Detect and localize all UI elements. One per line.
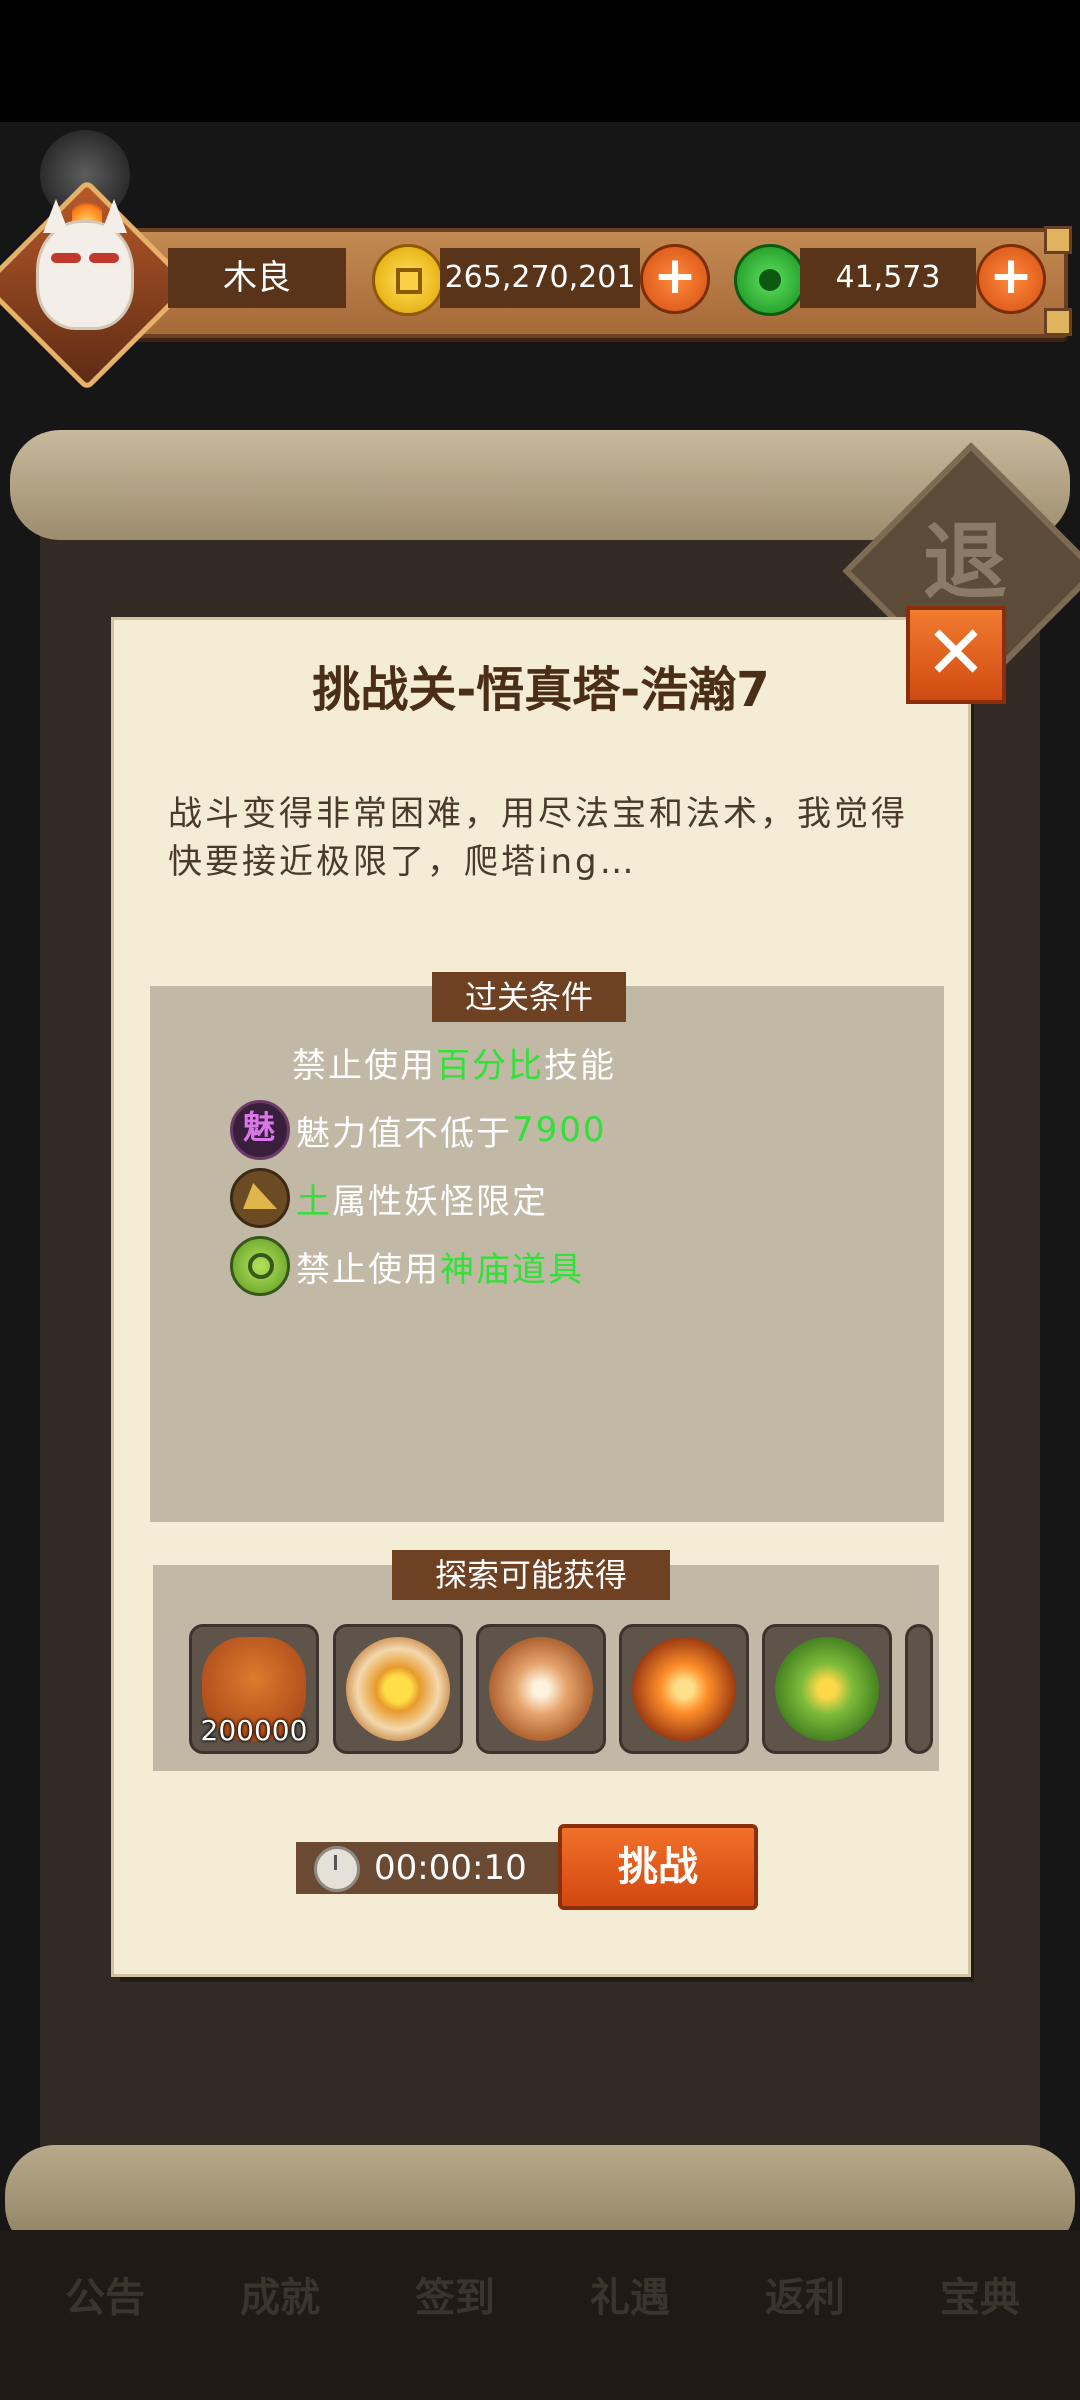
reward-partial-item[interactable] <box>905 1624 933 1754</box>
player-name: 木良 <box>168 248 346 308</box>
reward-swirl-orb[interactable] <box>476 1624 606 1754</box>
condition-text: 技能 <box>544 1045 616 1086</box>
compass-star-icon <box>346 1637 450 1741</box>
condition-text: 属性妖怪限定 <box>332 1181 548 1222</box>
tab-checkin[interactable]: 签到 <box>390 2268 520 2328</box>
reward-count: 200000 <box>200 1714 308 1747</box>
status-bar-area <box>0 0 1080 122</box>
conditions-title: 过关条件 <box>432 972 626 1022</box>
dialog-description: 战斗变得非常困难，用尽法宝和法术，我觉得快要接近极限了，爬塔ing… <box>168 794 908 882</box>
dialog-title: 挑战关-悟真塔-浩瀚7 <box>312 662 770 718</box>
jade-icon <box>734 244 806 316</box>
timer-value: 00:00:10 <box>374 1848 527 1888</box>
stopwatch-icon <box>314 1846 360 1892</box>
jade-balance: 41,573 <box>800 248 976 308</box>
challenge-button[interactable]: 挑战 <box>558 1824 758 1910</box>
condition-highlight: 神庙道具 <box>440 1249 584 1290</box>
condition-highlight: 土 <box>296 1181 332 1222</box>
reward-green-orb[interactable] <box>762 1624 892 1754</box>
temple-item-icon <box>230 1236 290 1296</box>
condition-item: 禁止使用 百分比 技能 <box>292 1034 616 1090</box>
corner-ornament <box>1044 226 1072 254</box>
reward-fire-orb[interactable] <box>619 1624 749 1754</box>
rewards-title: 探索可能获得 <box>392 1550 670 1600</box>
tab-achievement[interactable]: 成就 <box>215 2268 345 2328</box>
reward-coin-bag[interactable]: 200000 <box>189 1624 319 1754</box>
mask-marking <box>51 253 81 263</box>
condition-item: 魅 魅力值不低于 7900 <box>230 1100 607 1160</box>
condition-text: 禁止使用 <box>296 1249 440 1290</box>
condition-text: 禁止使用 <box>292 1045 436 1086</box>
mask-marking <box>89 253 119 263</box>
coin-icon <box>372 244 444 316</box>
reward-compass-star[interactable] <box>333 1624 463 1754</box>
green-orb-icon <box>775 1637 879 1741</box>
earth-attribute-icon <box>230 1168 290 1228</box>
swirl-orb-icon <box>489 1637 593 1741</box>
condition-highlight: 7900 <box>512 1110 607 1150</box>
condition-text: 魅力值不低于 <box>296 1113 512 1154</box>
charm-icon: 魅 <box>230 1100 290 1160</box>
tab-rebate[interactable]: 返利 <box>740 2268 870 2328</box>
tab-announcement[interactable]: 公告 <box>40 2268 170 2328</box>
condition-item: 土属性妖怪限定 <box>230 1168 548 1228</box>
condition-item: 禁止使用 神庙道具 <box>230 1236 584 1296</box>
add-coins-button[interactable]: + <box>640 244 710 314</box>
tab-guide[interactable]: 宝典 <box>915 2268 1045 2328</box>
retreat-label: 退 <box>922 513 1007 611</box>
coin-balance: 265,270,201 <box>440 248 640 308</box>
fire-orb-icon <box>632 1637 736 1741</box>
add-jade-button[interactable]: + <box>976 244 1046 314</box>
corner-ornament <box>1044 308 1072 336</box>
condition-highlight: 百分比 <box>436 1045 544 1086</box>
fox-mask-avatar-icon[interactable] <box>36 220 134 330</box>
tab-gift[interactable]: 礼遇 <box>565 2268 695 2328</box>
